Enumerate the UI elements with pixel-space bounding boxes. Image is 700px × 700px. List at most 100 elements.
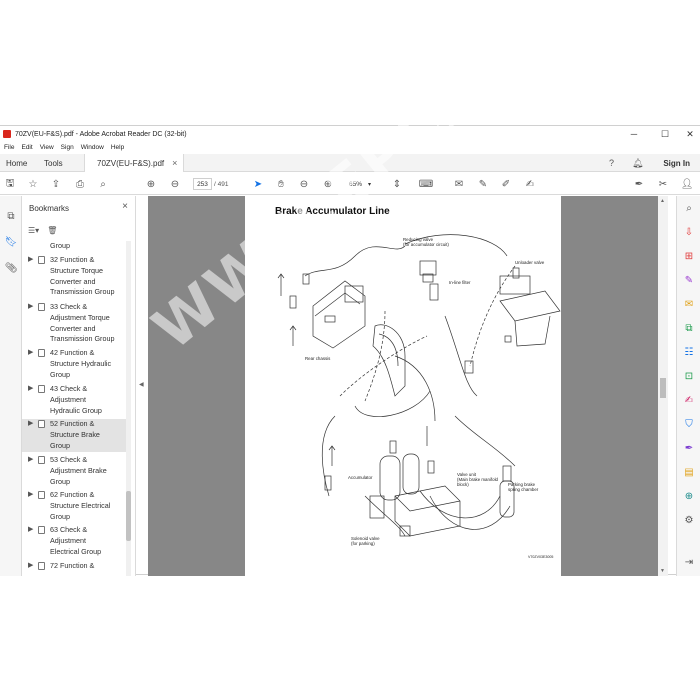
more-tools-icon[interactable]: ⊕ [681,488,697,504]
page-display-icon[interactable]: ⇕ [389,176,405,192]
window-title: 70ZV(EU-F&S).pdf - Adobe Acrobat Reader … [15,130,187,138]
comment-icon[interactable]: ✉︎ [451,176,467,192]
bookmark-item-selected[interactable]: ▶ 52 Function & Structure Brake Group [22,419,126,452]
zoom-level-select[interactable]: 65% ▾ [345,178,377,190]
create-pdf-icon[interactable]: ⊞ [681,248,697,264]
label-unloader-valve: Unloader valve [515,260,545,265]
bookmark-item[interactable]: Group [22,241,126,252]
chevron-right-icon[interactable]: ▶ [28,525,33,536]
tab-close-icon[interactable]: × [172,158,177,168]
help-icon[interactable]: ? [609,154,614,172]
menu-view[interactable]: View [40,144,54,151]
page-total: / 491 [214,180,229,188]
select-cursor-icon[interactable]: ➤ [250,176,266,192]
comment-tool-icon[interactable]: ✉︎ [681,296,697,312]
print-icon[interactable]: ⎙ [72,176,88,192]
tab-tools[interactable]: Tools [44,154,63,172]
bookmarks-icon[interactable]: 🔖︎ [3,234,19,250]
export-pdf-icon[interactable]: ⇩ [681,224,697,240]
bookmarks-scrollbar[interactable] [126,241,131,576]
label-valve-unit-sub2: block) [457,482,469,487]
chevron-right-icon[interactable]: ▶ [28,561,33,572]
search-tools-icon[interactable]: ⌕ [681,200,697,216]
chevron-right-icon[interactable]: ▶ [28,255,33,266]
sign-in-button[interactable]: Sign In [663,154,690,172]
bookmark-page-icon [38,420,45,428]
close-window-button[interactable]: ✕ [676,126,700,142]
tab-home[interactable]: Home [6,154,27,172]
menu-sign[interactable]: Sign [61,144,74,151]
bookmark-page-icon [38,303,45,311]
zoom-out-icon[interactable]: ⊖ [296,176,312,192]
chevron-right-icon[interactable]: ▶ [28,302,33,313]
maximize-button[interactable]: ☐ [651,126,679,142]
fill-sign-icon[interactable]: ✒︎ [631,176,647,192]
fill-and-sign-icon[interactable]: ✍︎ [681,392,697,408]
menu-file[interactable]: File [4,144,14,151]
protect-shield-icon[interactable]: ⛉ [681,416,697,432]
hand-tool-icon[interactable]: ✋︎ [273,176,289,192]
expand-panel-icon[interactable]: ⇥ [681,554,697,570]
share-user-icon[interactable]: 👤︎ [679,176,695,192]
search-icon[interactable]: ⌕ [95,176,111,192]
bookmarks-header: Bookmarks × [22,196,136,220]
document-scrollbar[interactable]: ▲ ▼ [658,196,668,576]
bookmark-options[interactable]: ☰▾ 🗑︎ [28,223,57,237]
chevron-right-icon[interactable]: ▶ [28,490,33,501]
edit-pdf-icon[interactable]: ✎ [681,272,697,288]
document-scrollbar-thumb[interactable] [660,378,666,398]
page-thumbnails-icon[interactable]: ⧉ [3,208,19,224]
notifications-bell-icon[interactable]: 🔔︎ [632,154,643,172]
scroll-down-arrow-icon[interactable]: ▼ [660,568,665,574]
bookmark-options-icon[interactable]: ☰▾ [28,226,39,235]
scroll-up-arrow-icon[interactable]: ▲ [660,198,665,204]
scan-ocr-icon[interactable]: ⊡ [681,368,697,384]
bookmark-item[interactable]: ▶ 53 Check & Adjustment Brake Group [22,455,126,488]
zoom-in-icon[interactable]: ⊕ [320,176,336,192]
minimize-button[interactable]: ─ [620,126,648,142]
bookmark-item[interactable]: ▶ 33 Check & Adjustment Torque Converter… [22,302,126,346]
bookmark-item[interactable]: ▶ 72 Function & [22,561,126,573]
bookmark-star-icon[interactable]: ☆ [25,176,41,192]
label-reducing-valve-sub: (for accumulator circuit) [403,242,449,247]
redact-icon[interactable]: ▤ [681,464,697,480]
label-accumulator: Accumulator [348,475,373,480]
attachments-icon[interactable]: 📎︎ [3,260,19,276]
stamp-icon[interactable]: ✍︎ [522,176,538,192]
bookmark-item[interactable]: ▶ 63 Check & Adjustment Electrical Group [22,525,126,558]
menu-window[interactable]: Window [81,144,104,151]
pdf-page: Brake Accumulator Line Reducing valve (f… [245,196,561,576]
page-number-input[interactable]: 253 [193,178,212,190]
sign-pen-icon[interactable]: ✒︎ [681,440,697,456]
collapse-panel-arrow-icon[interactable]: ◀ [139,381,144,388]
save-icon[interactable]: 🖫︎ [2,176,18,192]
organize-pages-icon[interactable]: ☷ [681,344,697,360]
upload-cloud-icon[interactable]: ⇪ [48,176,64,192]
menu-edit[interactable]: Edit [21,144,32,151]
bookmark-item[interactable]: ▶ 62 Function & Structure Electrical Gro… [22,490,126,523]
figure-code: V70ZV03E3005 [528,555,553,559]
highlight-pen-icon[interactable]: ✎ [475,176,491,192]
next-page-icon[interactable]: ⊖ [167,176,183,192]
menu-help[interactable]: Help [111,144,124,151]
delete-bookmark-icon[interactable]: 🗑︎ [47,226,57,235]
combine-files-icon[interactable]: ⧉ [681,320,697,336]
tab-document-label: 70ZV(EU-F&S).pdf [97,158,165,168]
close-panel-icon[interactable]: × [122,201,128,212]
acrobat-window: 70ZV(EU-F&S).pdf - Adobe Acrobat Reader … [0,125,700,576]
bookmark-item[interactable]: ▶ 32 Function & Structure Torque Convert… [22,255,126,299]
tab-document[interactable]: 70ZV(EU-F&S).pdf × [84,154,185,172]
zoom-level-value: 65% [349,180,363,188]
chevron-right-icon[interactable]: ▶ [28,455,33,466]
bookmark-item[interactable]: ▶ 43 Check & Adjustment Hydraulic Group [22,384,126,417]
previous-page-icon[interactable]: ⊕ [143,176,159,192]
chevron-right-icon[interactable]: ▶ [28,384,33,395]
tools-icon[interactable]: ⚙︎ [681,512,697,528]
chevron-right-icon[interactable]: ▶ [28,348,33,359]
draw-icon[interactable]: ✐ [498,176,514,192]
chevron-right-icon[interactable]: ▶ [28,419,33,430]
keyboard-icon[interactable]: ⌨ [418,176,434,192]
bookmarks-scrollbar-thumb[interactable] [126,491,131,541]
send-for-signature-icon[interactable]: ✂︎ [655,176,671,192]
bookmark-item[interactable]: ▶ 42 Function & Structure Hydraulic Grou… [22,348,126,381]
